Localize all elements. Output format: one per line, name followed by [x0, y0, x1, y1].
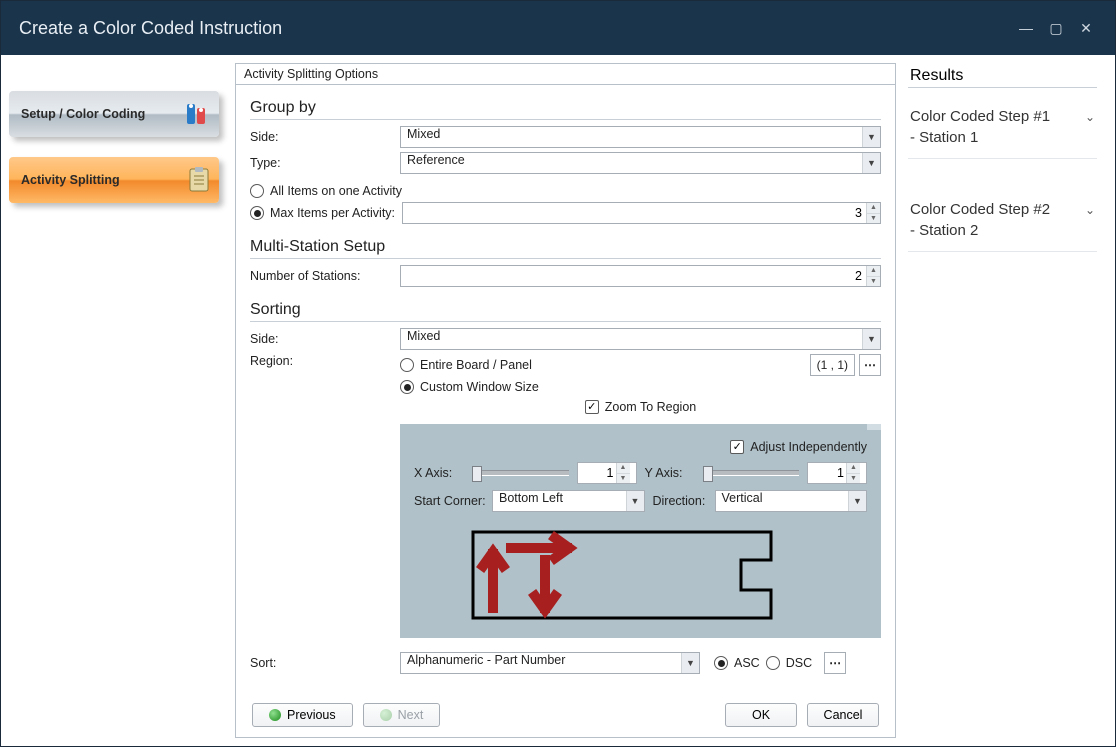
asc-radio[interactable]: [714, 656, 728, 670]
prev-icon: [269, 709, 281, 721]
sort-side-select[interactable]: Mixed▼: [400, 328, 881, 350]
asc-label: ASC: [734, 656, 760, 670]
xaxis-spin[interactable]: ▲▼: [577, 462, 637, 484]
nav-label: Activity Splitting: [21, 173, 120, 187]
dsc-label: DSC: [786, 656, 812, 670]
main-area: Activity Splitting Options Group by Side…: [231, 55, 900, 746]
sort-side-label: Side:: [250, 332, 400, 346]
result-item-1[interactable]: Color Coded Step #1- Station 1 ⌄: [908, 96, 1097, 159]
ok-button[interactable]: OK: [725, 703, 797, 727]
main-window: Create a Color Coded Instruction — ▢ ✕ S…: [0, 0, 1116, 747]
next-button[interactable]: Next: [363, 703, 441, 727]
chevron-down-icon: ▼: [626, 491, 644, 511]
multistation-heading: Multi-Station Setup: [250, 238, 881, 256]
region-label: Region:: [250, 354, 400, 368]
side-label: Side:: [250, 130, 400, 144]
yaxis-slider[interactable]: [703, 470, 800, 476]
sort-more-button[interactable]: ⋯: [824, 652, 846, 674]
results-heading: Results: [908, 67, 1097, 88]
close-button[interactable]: ✕: [1075, 17, 1097, 39]
yaxis-label: Y Axis:: [645, 466, 695, 480]
nav-sidebar: Setup / Color Coding Activity Splitting: [1, 55, 231, 746]
panel-title: Activity Splitting Options: [236, 64, 895, 85]
num-stations-label: Number of Stations:: [250, 269, 400, 283]
zoom-to-region-check[interactable]: [585, 400, 599, 414]
minimize-button[interactable]: —: [1015, 17, 1037, 39]
adjust-label: Adjust Independently: [750, 440, 867, 454]
options-panel: Activity Splitting Options Group by Side…: [235, 63, 896, 738]
sorting-heading: Sorting: [250, 301, 881, 319]
nav-label: Setup / Color Coding: [21, 107, 145, 121]
start-corner-select[interactable]: Bottom Left▼: [492, 490, 645, 512]
max-items-label: Max Items per Activity:: [270, 206, 402, 220]
sort-label: Sort:: [250, 656, 400, 670]
direction-label: Direction:: [653, 494, 715, 508]
results-panel: Results Color Coded Step #1- Station 1 ⌄…: [900, 55, 1115, 746]
direction-select[interactable]: Vertical▼: [715, 490, 868, 512]
max-items-radio[interactable]: [250, 206, 264, 220]
chevron-down-icon: ⌄: [1085, 110, 1095, 124]
coord-display: (1 , 1): [810, 354, 855, 376]
chevron-down-icon: ▼: [862, 127, 880, 147]
all-items-radio[interactable]: [250, 184, 264, 198]
chevron-down-icon: ▼: [862, 153, 880, 173]
window-title: Create a Color Coded Instruction: [19, 18, 282, 39]
window-body: Setup / Color Coding Activity Splitting …: [1, 55, 1115, 746]
chevron-down-icon: ▼: [848, 491, 866, 511]
next-icon: [380, 709, 392, 721]
xaxis-label: X Axis:: [414, 466, 464, 480]
side-select[interactable]: Mixed▼: [400, 126, 881, 148]
titlebar: Create a Color Coded Instruction — ▢ ✕: [1, 1, 1115, 55]
result-item-2[interactable]: Color Coded Step #2- Station 2 ⌄: [908, 189, 1097, 252]
maximize-button[interactable]: ▢: [1045, 17, 1067, 39]
entire-board-radio[interactable]: [400, 358, 414, 372]
region-settings-box: Adjust Independently X Axis: ▲▼ Y Axis: …: [400, 424, 881, 638]
coord-more-button[interactable]: ⋯: [859, 354, 881, 376]
type-select[interactable]: Reference▼: [400, 152, 881, 174]
yaxis-spin[interactable]: ▲▼: [807, 462, 867, 484]
panel-footer: Previous Next OK Cancel: [236, 699, 895, 737]
entire-board-label: Entire Board / Panel: [420, 358, 810, 372]
dsc-radio[interactable]: [766, 656, 780, 670]
num-stations-spin[interactable]: ▲▼: [400, 265, 881, 287]
clipboard-icon: [187, 166, 211, 194]
custom-window-radio[interactable]: [400, 380, 414, 394]
zoom-label: Zoom To Region: [605, 400, 697, 414]
xaxis-slider[interactable]: [472, 470, 569, 476]
start-corner-label: Start Corner:: [414, 494, 492, 508]
nav-activity-splitting[interactable]: Activity Splitting: [9, 157, 219, 203]
cancel-button[interactable]: Cancel: [807, 703, 879, 727]
all-items-label: All Items on one Activity: [270, 184, 402, 198]
chevron-down-icon: ⌄: [1085, 203, 1095, 217]
type-label: Type:: [250, 156, 400, 170]
custom-window-label: Custom Window Size: [420, 380, 539, 394]
panel-body: Group by Side: Mixed▼ Type: Reference▼ A…: [236, 85, 895, 699]
groupby-heading: Group by: [250, 99, 881, 117]
previous-button[interactable]: Previous: [252, 703, 353, 727]
direction-diagram: [471, 530, 811, 620]
chevron-down-icon: ▼: [681, 653, 699, 673]
nav-setup-color-coding[interactable]: Setup / Color Coding: [9, 91, 219, 137]
chevron-down-icon: ▼: [862, 329, 880, 349]
palette-icon: [183, 100, 211, 128]
adjust-independent-check[interactable]: [730, 440, 744, 454]
max-items-spin[interactable]: ▲▼: [402, 202, 881, 224]
sort-field-select[interactable]: Alphanumeric - Part Number▼: [400, 652, 700, 674]
